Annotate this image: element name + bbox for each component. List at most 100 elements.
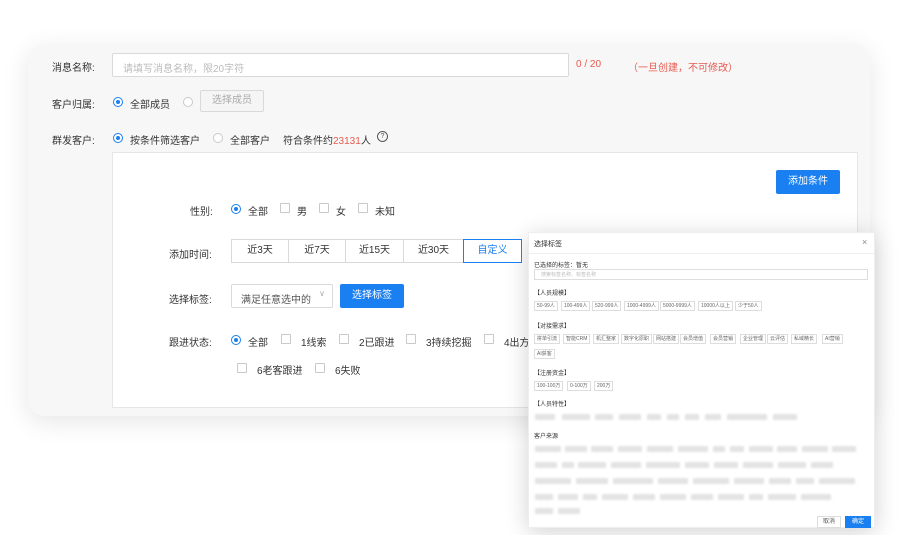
blurred-tag bbox=[778, 462, 806, 468]
gender-female-checkbox[interactable] bbox=[319, 203, 329, 213]
tag-match-select[interactable]: 满足任意选中的 ∨ bbox=[231, 284, 333, 308]
gender-option: 男 bbox=[297, 207, 307, 218]
select-tag-label: 选择标签: bbox=[169, 295, 212, 306]
blurred-tag bbox=[743, 462, 773, 468]
blurred-tag bbox=[768, 494, 796, 500]
blurred-tag bbox=[558, 508, 580, 514]
all-customers-radio[interactable] bbox=[213, 133, 223, 143]
tag-chip[interactable]: 520-999人 bbox=[592, 301, 622, 311]
follow-checkbox[interactable] bbox=[406, 334, 416, 344]
blurred-tag bbox=[734, 478, 764, 484]
blurred-tag bbox=[583, 494, 597, 500]
tag-chip[interactable]: 会员增值 bbox=[680, 334, 707, 344]
message-name-label: 消息名称: bbox=[52, 63, 95, 74]
gender-option: 全部 bbox=[248, 207, 268, 218]
selected-tags-text: 已选择的标签：暂无 bbox=[534, 263, 589, 269]
tag-chip[interactable]: 云评估 bbox=[767, 334, 789, 344]
tag-chip[interactable]: 200万 bbox=[594, 381, 614, 391]
blurred-tag bbox=[832, 446, 856, 452]
blurred-tag bbox=[619, 414, 641, 420]
time-option-30d[interactable]: 近30天 bbox=[403, 239, 464, 263]
time-option-15d[interactable]: 近15天 bbox=[345, 239, 404, 263]
message-name-placeholder: 请填写消息名称，限20字符 bbox=[123, 64, 245, 75]
follow-all-radio[interactable] bbox=[231, 335, 241, 345]
blurred-tag bbox=[819, 478, 855, 484]
blurred-tag bbox=[535, 508, 553, 514]
blurred-tag bbox=[730, 446, 744, 452]
gender-all-radio[interactable] bbox=[231, 204, 241, 214]
blurred-tag bbox=[576, 478, 608, 484]
blurred-tag bbox=[646, 462, 680, 468]
blurred-tag bbox=[658, 478, 688, 484]
help-icon[interactable]: ? bbox=[377, 131, 388, 142]
tag-chip[interactable]: 拼单引流 bbox=[534, 334, 561, 344]
blurred-tag bbox=[578, 462, 606, 468]
tag-search-input[interactable]: 搜索标签名称、标签名称 bbox=[534, 269, 868, 280]
tag-chip[interactable]: AI营销 bbox=[822, 334, 843, 344]
gender-unknown-checkbox[interactable] bbox=[358, 203, 368, 213]
blurred-tag bbox=[647, 414, 661, 420]
blurred-tag bbox=[613, 478, 653, 484]
tag-chip[interactable]: 50-99人 bbox=[534, 301, 558, 311]
tag-chip[interactable]: AI获客 bbox=[534, 349, 555, 359]
tag-chip[interactable]: 100-100万 bbox=[534, 381, 564, 391]
blurred-tag bbox=[562, 462, 574, 468]
tag-chip[interactable]: 企业管理 bbox=[740, 334, 767, 344]
name-note: （一旦创建，不可修改） bbox=[628, 63, 738, 74]
follow-checkbox[interactable] bbox=[237, 363, 247, 373]
tag-search-placeholder: 搜索标签名称、标签名称 bbox=[541, 272, 597, 278]
tag-chip[interactable]: 100-499人 bbox=[561, 301, 591, 311]
select-members-button[interactable]: 选择成员 bbox=[200, 90, 264, 112]
blurred-tag bbox=[667, 414, 679, 420]
filter-label: 按条件筛选客户 bbox=[130, 136, 200, 147]
time-option-3d[interactable]: 近3天 bbox=[231, 239, 289, 263]
tag-chip[interactable]: 私域精长 bbox=[791, 334, 818, 344]
tag-chip[interactable]: 少于50人 bbox=[735, 301, 762, 311]
tag-chip[interactable]: 10000人以上 bbox=[698, 301, 733, 311]
tag-chip[interactable]: 会员营销 bbox=[710, 334, 737, 344]
follow-checkbox[interactable] bbox=[484, 334, 494, 344]
message-name-input[interactable]: 请填写消息名称，限20字符 bbox=[112, 53, 569, 77]
time-option-custom[interactable]: 自定义 bbox=[463, 239, 522, 263]
blurred-tag bbox=[693, 478, 729, 484]
close-icon[interactable]: × bbox=[862, 237, 867, 247]
dialog-confirm-button[interactable]: 确定 bbox=[845, 516, 871, 528]
blurred-tag bbox=[801, 494, 831, 500]
gender-male-checkbox[interactable] bbox=[280, 203, 290, 213]
tag-chip[interactable]: 1000-4999人 bbox=[624, 301, 659, 311]
blurred-tag bbox=[749, 446, 773, 452]
add-condition-button[interactable]: 添加条件 bbox=[776, 170, 840, 194]
tag-chip[interactable]: 5000-9999人 bbox=[660, 301, 695, 311]
blurred-tag bbox=[713, 446, 725, 452]
gender-option: 未知 bbox=[375, 207, 395, 218]
dialog-divider bbox=[529, 253, 874, 254]
tag-chip[interactable]: 机汇整家 bbox=[593, 334, 620, 344]
time-option-7d[interactable]: 近7天 bbox=[288, 239, 346, 263]
blurred-tag bbox=[595, 414, 613, 420]
owner-select-radio[interactable] bbox=[183, 97, 193, 107]
tag-group-title: 【注册资金】 bbox=[534, 371, 571, 377]
owner-all-label: 全部成员 bbox=[130, 100, 170, 111]
blurred-tag bbox=[611, 462, 641, 468]
follow-checkbox[interactable] bbox=[281, 334, 291, 344]
tag-chip[interactable]: 网站搭建 bbox=[653, 334, 680, 344]
blurred-tag bbox=[633, 494, 655, 500]
blurred-tag bbox=[535, 414, 555, 420]
blurred-tag bbox=[678, 446, 708, 452]
follow-checkbox[interactable] bbox=[315, 363, 325, 373]
filter-radio[interactable] bbox=[113, 133, 123, 143]
tag-match-value: 满足任意选中的 bbox=[241, 295, 311, 306]
gender-label: 性别: bbox=[190, 207, 213, 218]
select-tag-button[interactable]: 选择标签 bbox=[340, 284, 404, 308]
owner-all-radio[interactable] bbox=[113, 97, 123, 107]
follow-checkbox[interactable] bbox=[339, 334, 349, 344]
send-customers-label: 群发客户: bbox=[52, 136, 95, 147]
blurred-tag bbox=[660, 494, 686, 500]
tag-chip[interactable]: 数字化原职 bbox=[621, 334, 653, 344]
dialog-cancel-button[interactable]: 取消 bbox=[817, 516, 841, 528]
tag-chip[interactable]: 智能CRM bbox=[563, 334, 591, 344]
tag-chip[interactable]: 0-100万 bbox=[567, 381, 591, 391]
blurred-tag bbox=[714, 462, 738, 468]
match-count-text: 符合条件约23131人 bbox=[283, 136, 371, 147]
dialog-title: 选择标签 bbox=[534, 241, 562, 248]
